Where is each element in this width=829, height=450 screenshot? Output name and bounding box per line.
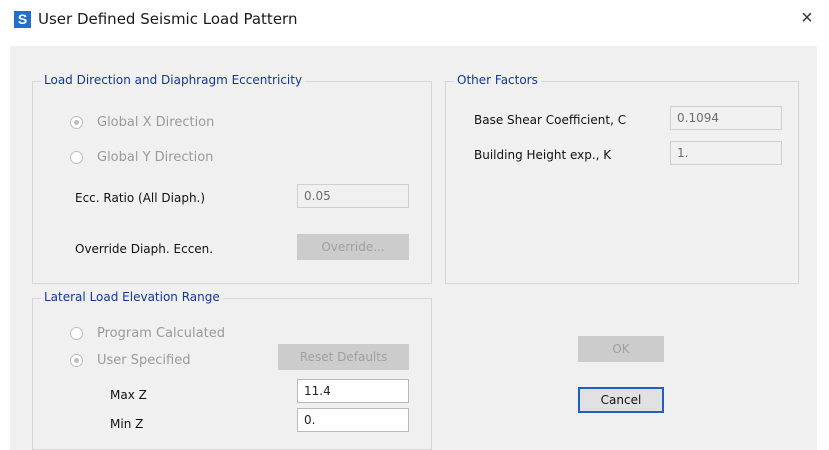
- radio-button-global-x[interactable]: [70, 116, 83, 129]
- radio-label-program-calculated: Program Calculated: [97, 326, 225, 341]
- app-icon: S: [14, 11, 31, 28]
- height-exp-label: Building Height exp., K: [474, 148, 612, 162]
- radio-label-global-y: Global Y Direction: [97, 150, 214, 165]
- cancel-button[interactable]: Cancel: [578, 387, 664, 413]
- height-exp-field[interactable]: 1.: [670, 141, 782, 165]
- radio-label-user-specified: User Specified: [97, 353, 191, 368]
- dialog-body: Load Direction and Diaphragm Eccentricit…: [10, 46, 817, 450]
- other-factors-legend: Other Factors: [454, 73, 541, 87]
- elevation-range-group: Lateral Load Elevation Range Program Cal…: [32, 290, 432, 450]
- ecc-ratio-field[interactable]: 0.05: [297, 184, 409, 208]
- override-label: Override Diaph. Eccen.: [75, 242, 214, 256]
- base-shear-label: Base Shear Coefficient, C: [474, 113, 627, 127]
- min-z-field[interactable]: 0.: [297, 408, 409, 432]
- base-shear-field[interactable]: 0.1094: [670, 106, 782, 130]
- title-bar: S User Defined Seismic Load Pattern ×: [0, 0, 829, 46]
- close-icon[interactable]: ×: [795, 6, 819, 30]
- ok-button[interactable]: OK: [578, 336, 664, 362]
- load-direction-group: Load Direction and Diaphragm Eccentricit…: [32, 73, 432, 284]
- override-button[interactable]: Override...: [297, 234, 409, 260]
- max-z-field[interactable]: 11.4: [297, 379, 409, 403]
- ecc-ratio-label: Ecc. Ratio (All Diaph.): [75, 191, 206, 205]
- other-factors-group: Other Factors Base Shear Coefficient, C …: [445, 73, 799, 284]
- max-z-label: Max Z: [110, 388, 147, 402]
- min-z-label: Min Z: [110, 417, 144, 431]
- window-title: User Defined Seismic Load Pattern: [38, 10, 298, 28]
- radio-button-global-y[interactable]: [70, 151, 83, 164]
- reset-defaults-button[interactable]: Reset Defaults: [278, 344, 409, 370]
- radio-button-program-calculated[interactable]: [70, 327, 83, 340]
- load-direction-legend: Load Direction and Diaphragm Eccentricit…: [41, 73, 306, 87]
- elevation-range-legend: Lateral Load Elevation Range: [41, 290, 223, 304]
- radio-button-user-specified[interactable]: [70, 354, 83, 367]
- radio-label-global-x: Global X Direction: [97, 115, 215, 130]
